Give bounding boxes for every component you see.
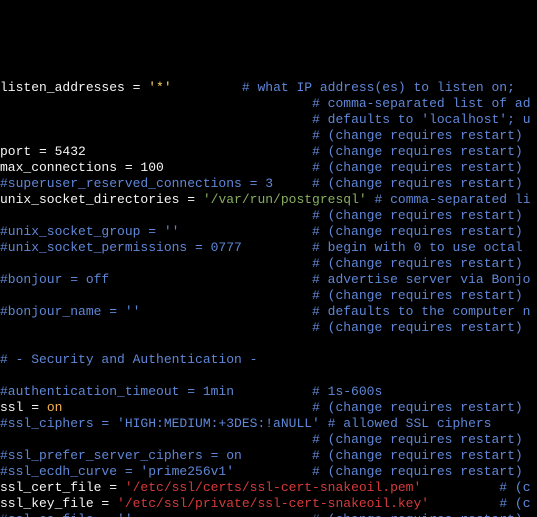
code-token: '/etc/ssl/private/ssl-cert-snakeoil.key': [117, 496, 429, 511]
code-token: #superuser_reserved_connections = 3 # (c…: [0, 176, 523, 191]
code-line[interactable]: # (change requires restart): [0, 288, 537, 304]
code-line[interactable]: # (change requires restart): [0, 432, 537, 448]
code-line[interactable]: # (change requires restart): [0, 320, 537, 336]
code-token: '/var/run/postgresql': [203, 192, 367, 207]
code-line[interactable]: # comma-separated list of ad: [0, 96, 537, 112]
code-token: # (change requires restart): [312, 256, 523, 271]
code-token: # (change requires restart): [312, 160, 523, 175]
code-line[interactable]: #ssl_ciphers = 'HIGH:MEDIUM:+3DES:!aNULL…: [0, 416, 537, 432]
code-line[interactable]: port = 5432 # (change requires restart): [0, 144, 537, 160]
code-line[interactable]: # - Security and Authentication -: [0, 352, 537, 368]
code-line[interactable]: # (change requires restart): [0, 208, 537, 224]
code-line[interactable]: [0, 368, 537, 384]
code-line[interactable]: [0, 336, 537, 352]
code-line[interactable]: unix_socket_directories = '/var/run/post…: [0, 192, 537, 208]
code-token: # (change requires restart): [312, 320, 523, 335]
code-line[interactable]: listen_addresses = '*' # what IP address…: [0, 80, 537, 96]
code-token: # comma-separated list of ad: [312, 96, 530, 111]
code-token: [0, 208, 312, 223]
code-line[interactable]: #ssl_ecdh_curve = 'prime256v1' # (change…: [0, 464, 537, 480]
code-token: #ssl_ca_file = '' # (change requires res…: [0, 512, 523, 517]
code-token: [0, 368, 8, 383]
code-token: [62, 400, 312, 415]
code-token: [0, 112, 312, 127]
code-token: max_connections = 100: [0, 160, 312, 175]
code-token: # (change requires restart): [312, 144, 523, 159]
code-line[interactable]: #superuser_reserved_connections = 3 # (c…: [0, 176, 537, 192]
code-token: [0, 128, 312, 143]
code-token: #bonjour = off # advertise server via Bo…: [0, 272, 531, 287]
code-token: ssl_key_file =: [0, 496, 117, 511]
code-line[interactable]: max_connections = 100 # (change requires…: [0, 160, 537, 176]
code-token: [0, 432, 312, 447]
code-line[interactable]: #unix_socket_permissions = 0777 # begin …: [0, 240, 537, 256]
code-token: # (c: [499, 496, 530, 511]
code-token: # (change requires restart): [312, 432, 523, 447]
code-token: #unix_socket_group = '' # (change requir…: [0, 224, 523, 239]
code-line[interactable]: ssl = on # (change requires restart): [0, 400, 537, 416]
code-token: #ssl_ciphers = 'HIGH:MEDIUM:+3DES:!aNULL…: [0, 416, 491, 431]
code-token: [0, 288, 312, 303]
code-token: #authentication_timeout = 1min # 1s-600s: [0, 384, 382, 399]
code-token: listen_addresses =: [0, 80, 148, 95]
code-token: [0, 256, 312, 271]
code-line[interactable]: #ssl_ca_file = '' # (change requires res…: [0, 512, 537, 517]
code-token: '*': [148, 80, 171, 95]
code-token: #bonjour_name = '' # defaults to the com…: [0, 304, 531, 319]
code-token: # (change requires restart): [312, 128, 523, 143]
code-line[interactable]: # defaults to 'localhost'; u: [0, 112, 537, 128]
code-line[interactable]: # (change requires restart): [0, 256, 537, 272]
code-token: port = 5432: [0, 144, 312, 159]
code-token: ssl_cert_file =: [0, 480, 125, 495]
code-token: [0, 320, 312, 335]
code-line[interactable]: #unix_socket_group = '' # (change requir…: [0, 224, 537, 240]
code-token: #ssl_ecdh_curve = 'prime256v1' # (change…: [0, 464, 523, 479]
code-token: #ssl_prefer_server_ciphers = on # (chang…: [0, 448, 523, 463]
code-token: # (c: [499, 480, 530, 495]
code-line[interactable]: # (change requires restart): [0, 128, 537, 144]
code-line[interactable]: #bonjour_name = '' # defaults to the com…: [0, 304, 537, 320]
code-token: # (change requires restart): [312, 400, 523, 415]
code-token: [0, 96, 312, 111]
code-token: # - Security and Authentication -: [0, 352, 257, 367]
code-token: #unix_socket_permissions = 0777 # begin …: [0, 240, 531, 255]
code-editor[interactable]: listen_addresses = '*' # what IP address…: [0, 80, 537, 517]
code-token: [429, 496, 499, 511]
code-token: # (change requires restart): [312, 288, 523, 303]
code-token: # what IP address(es) to listen on;: [242, 80, 515, 95]
code-token: # comma-separated li: [374, 192, 530, 207]
code-line[interactable]: #ssl_prefer_server_ciphers = on # (chang…: [0, 448, 537, 464]
code-token: '/etc/ssl/certs/ssl-cert-snakeoil.pem': [125, 480, 421, 495]
code-token: [421, 480, 499, 495]
code-line[interactable]: ssl_cert_file = '/etc/ssl/certs/ssl-cert…: [0, 480, 537, 496]
code-token: [172, 80, 242, 95]
code-token: # (change requires restart): [312, 208, 523, 223]
code-token: unix_socket_directories =: [0, 192, 203, 207]
code-line[interactable]: #authentication_timeout = 1min # 1s-600s: [0, 384, 537, 400]
code-token: # defaults to 'localhost'; u: [312, 112, 530, 127]
code-token: on: [47, 400, 63, 415]
code-line[interactable]: ssl_key_file = '/etc/ssl/private/ssl-cer…: [0, 496, 537, 512]
code-token: [0, 336, 8, 351]
code-line[interactable]: #bonjour = off # advertise server via Bo…: [0, 272, 537, 288]
code-token: ssl =: [0, 400, 47, 415]
